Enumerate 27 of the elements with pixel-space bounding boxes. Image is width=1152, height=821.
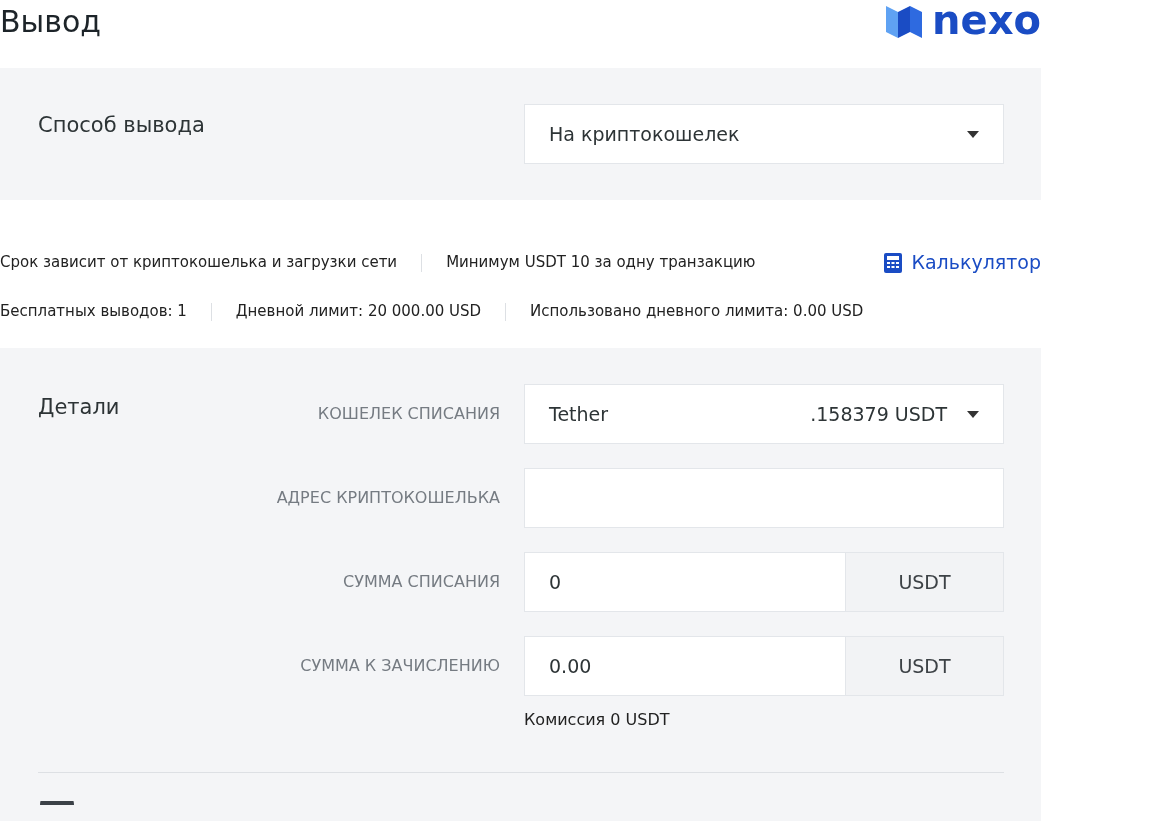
field-label: СУММА СПИСАНИЯ [343, 571, 500, 593]
info-text: Минимум USDT 10 за одну транзакцию [446, 252, 756, 274]
field-label: АДРЕС КРИПТОКОШЕЛЬКА [276, 487, 500, 509]
nexo-logo: nexo [884, 0, 1041, 40]
method-label: Способ вывода [38, 112, 205, 139]
caret-icon [967, 410, 979, 418]
wallet-select[interactable]: Tether .158379 USDT [524, 384, 1004, 444]
wallet-balance: .158379 USDT [810, 401, 947, 427]
info-text: Срок зависит от криптокошелька и загрузки сети [0, 252, 398, 274]
fee-note: Комиссия 0 USDT [524, 709, 671, 731]
currency-label: USDT [846, 552, 1004, 612]
calculator-icon [883, 251, 904, 274]
page-title: Вывод [0, 3, 102, 41]
info-text: Дневной лимит: 20 000.00 USD [235, 301, 482, 323]
info-text: Использовано дневного лимита: 0.00 USD [530, 301, 864, 323]
field-label: КОШЕЛЕК СПИСАНИЯ [317, 403, 500, 425]
info-text: Бесплатных выводов: 1 [0, 301, 187, 323]
method-select[interactable]: На криптокошелек [524, 104, 1004, 164]
caret-icon [967, 130, 979, 138]
details-title: Детали [38, 394, 120, 421]
amount-input-field[interactable]: 0 [524, 552, 846, 612]
amount-input-field[interactable]: 0.00 [524, 636, 846, 696]
address-input-field[interactable] [524, 468, 1004, 528]
calculator-link[interactable]: Калькулятор [883, 248, 1041, 277]
wallet-name: Tether [549, 401, 609, 427]
currency-label: USDT [846, 636, 1004, 696]
field-label: СУММА К ЗАЧИСЛЕНИЮ [300, 655, 500, 677]
